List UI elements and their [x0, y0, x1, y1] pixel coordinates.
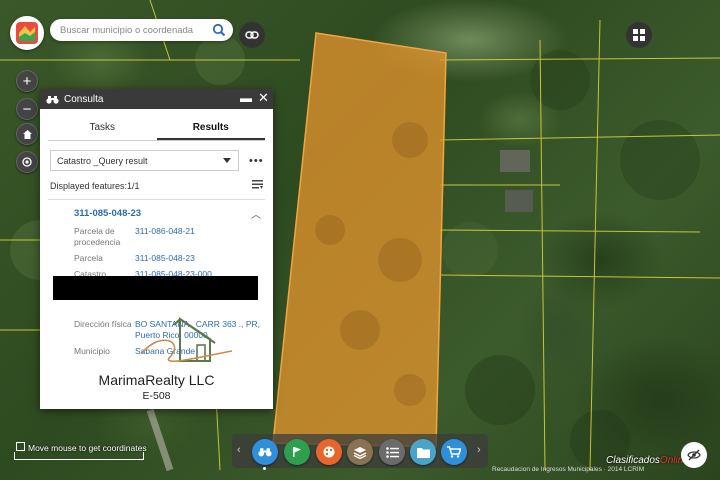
divider: [48, 199, 265, 200]
plus-icon: +: [22, 72, 32, 90]
tool-draw-button[interactable]: [316, 439, 342, 465]
tool-legend-button[interactable]: [379, 439, 405, 465]
tool-bookmark-button[interactable]: [284, 439, 310, 465]
toggle-visibility-button[interactable]: [681, 442, 707, 468]
query-result-select[interactable]: Catastro _Query result: [50, 150, 239, 171]
panel-tabs: Tasks Results: [48, 119, 265, 141]
query-result-value: Catastro _Query result: [57, 155, 148, 166]
folder-icon: [416, 447, 430, 458]
road: [146, 408, 174, 472]
logo-icon: [16, 22, 38, 44]
attribute-label: Parcela: [74, 253, 103, 263]
query-panel: Consulta ▬ ✕ Tasks Results Catastro _Que…: [40, 89, 273, 409]
zoom-out-button[interactable]: −: [16, 98, 38, 120]
close-icon[interactable]: ✕: [258, 91, 269, 105]
attribute-label: Dirección física: [74, 319, 132, 329]
widgets-button[interactable]: [626, 22, 652, 48]
query-select-row: Catastro _Query result •••: [50, 150, 265, 171]
attribute-row: Parcela 311-085-048-23: [74, 253, 273, 267]
panel-header: Consulta ▬ ✕: [40, 89, 273, 109]
tool-files-button[interactable]: [410, 439, 436, 465]
binoculars-icon: [258, 448, 272, 457]
flag-icon: [293, 447, 301, 457]
tab-results[interactable]: Results: [156, 119, 265, 140]
brand-license: E-508: [142, 390, 171, 402]
result-header[interactable]: 311-085-048-23 ︿: [74, 206, 263, 222]
brand-name: MarimaRealty LLC: [98, 372, 215, 388]
scale-bar: [14, 452, 144, 460]
more-options-button[interactable]: •••: [249, 155, 264, 167]
toolbar-next-icon[interactable]: ›: [477, 444, 481, 456]
locate-icon: [22, 157, 32, 167]
app-logo[interactable]: [10, 16, 44, 50]
building: [500, 150, 530, 172]
list-icon: [385, 446, 399, 458]
map-attribution: Recaudacion de Ingresos Municipales · 20…: [492, 466, 645, 473]
attribute-label: Municipio: [74, 346, 110, 356]
home-icon: [22, 129, 32, 139]
layers-icon: [353, 446, 367, 459]
tab-tasks[interactable]: Tasks: [48, 119, 157, 140]
attribute-label: Parcela de procedencia: [74, 226, 121, 247]
link-icon: [245, 31, 259, 39]
zoom-in-button[interactable]: +: [16, 70, 38, 92]
cart-icon: [447, 446, 461, 458]
binoculars-icon: [46, 95, 59, 104]
attribute-value[interactable]: 311-085-048-23: [135, 253, 265, 267]
search-input[interactable]: [60, 24, 208, 36]
displayed-features: Displayed features:1/1: [50, 181, 140, 191]
chevron-up-icon[interactable]: ︿: [251, 206, 261, 221]
minimize-icon[interactable]: ▬: [240, 91, 252, 105]
grid-icon: [633, 29, 645, 41]
feature-list-icon[interactable]: [252, 179, 263, 192]
palette-icon: [323, 446, 335, 458]
search-box[interactable]: [50, 19, 233, 41]
locate-button[interactable]: [16, 151, 38, 173]
chevron-down-icon: [223, 158, 231, 163]
result-id[interactable]: 311-085-048-23: [74, 208, 141, 219]
eye-off-icon: [687, 449, 701, 461]
home-button[interactable]: [16, 123, 38, 145]
attribute-value[interactable]: 311-086-048-21: [135, 226, 265, 250]
tool-layers-button[interactable]: [347, 439, 373, 465]
tool-query-button[interactable]: [252, 439, 278, 465]
coordinates-icon[interactable]: [16, 442, 25, 451]
share-link-button[interactable]: [239, 22, 265, 48]
features-count-row: Displayed features:1/1: [50, 179, 265, 193]
panel-title: Consulta: [64, 93, 104, 105]
watermark: ClasificadosOnline: [606, 455, 689, 466]
watermark-main: Clasificados: [606, 455, 660, 466]
minus-icon: −: [22, 100, 32, 118]
building: [505, 190, 533, 212]
tool-store-button[interactable]: [441, 439, 467, 465]
toolbar-prev-icon[interactable]: ‹: [237, 444, 241, 456]
attribute-row: Parcela de procedencia 311-086-048-21: [74, 226, 273, 250]
house-logo: [141, 317, 233, 363]
search-icon[interactable]: [211, 22, 227, 38]
redacted-block: [53, 276, 258, 300]
active-tool-indicator: [263, 467, 266, 470]
